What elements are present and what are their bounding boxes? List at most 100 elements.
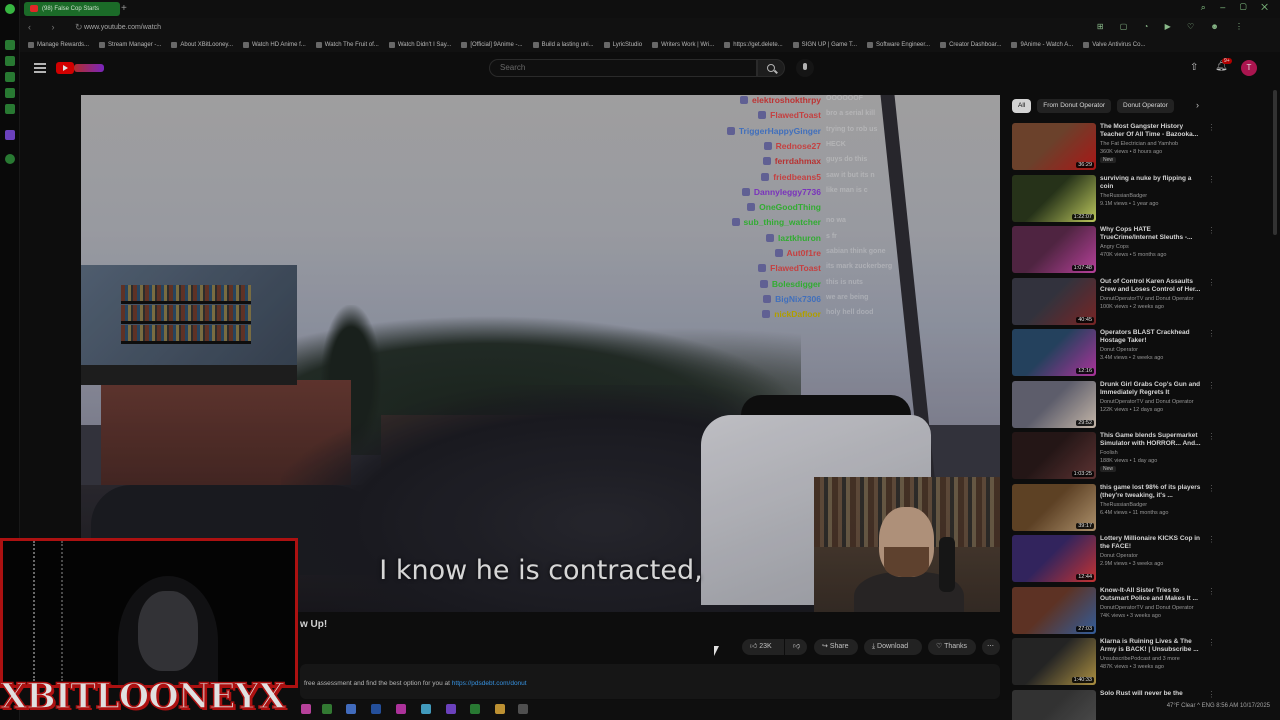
search-icon[interactable] (757, 59, 785, 77)
recommendation-item[interactable]: 12:16 Operators BLAST Crackhead Hostage T… (1012, 329, 1212, 379)
channel-name[interactable]: DonutOperatorTV and Donut Operator (1100, 296, 1210, 302)
more-options-icon[interactable]: ⋮ (1208, 329, 1212, 338)
taskbar-app-icon[interactable] (371, 704, 381, 714)
video-title[interactable]: This Game blends Supermarket Simulator w… (1100, 432, 1204, 448)
download-button[interactable]: ⤓ Download (864, 639, 922, 655)
sidebar-app-icon[interactable] (5, 104, 15, 114)
chevron-right-icon[interactable]: › (1196, 100, 1199, 110)
bookmark-item[interactable]: Software Engineer... (867, 38, 930, 52)
bookmark-item[interactable]: Watch HD Anime f... (242, 38, 306, 52)
recommendation-item[interactable]: 40:45 Out of Control Karen Assaults Crew … (1012, 277, 1212, 328)
video-title[interactable]: this game lost 98% of its players (they'… (1100, 484, 1204, 500)
search-input[interactable]: Search (489, 59, 757, 77)
video-thumbnail[interactable]: 40:45 (1012, 277, 1096, 325)
video-title[interactable]: Solo Rust will never be the (1100, 690, 1204, 698)
bookmark-item[interactable]: About XBitLooney... (171, 38, 233, 52)
bookmark-item[interactable]: Stream Manager -... (99, 38, 161, 52)
description-link[interactable]: https://pdsdebt.com/donut (452, 680, 527, 687)
sidebar-app-icon[interactable] (5, 88, 15, 98)
video-title[interactable]: Why Cops HATE TrueCrime/Internet Sleuths… (1100, 226, 1204, 242)
browser-logo-icon[interactable] (5, 4, 15, 14)
video-title[interactable]: Klarna is Ruining Lives & The Army is BA… (1100, 638, 1204, 654)
taskbar-app-icon[interactable] (421, 704, 431, 714)
filter-chip[interactable]: From Donut Operator (1037, 99, 1112, 113)
more-options-icon[interactable]: ⋮ (1208, 690, 1212, 699)
settings-icon[interactable] (5, 154, 15, 164)
taskbar-app-icon[interactable] (446, 704, 456, 714)
menu-icon[interactable] (34, 63, 46, 73)
more-actions-button[interactable]: ⋯ (982, 639, 1000, 655)
video-thumbnail[interactable]: 12:44 (1012, 535, 1096, 582)
url-field[interactable]: www.youtube.com/watch (84, 24, 161, 31)
avatar[interactable]: T (1241, 60, 1257, 76)
video-player[interactable]: elektroshokthrpy OOOOOOF FlawedToast bro a … (81, 95, 1000, 612)
share-button[interactable]: ↪ Share (814, 639, 858, 655)
youtube-logo-icon[interactable] (56, 62, 74, 74)
bookmark-item[interactable]: Valve Antivirus Co... (1083, 38, 1145, 52)
upload-icon[interactable]: ⇧ (1190, 62, 1198, 73)
video-thumbnail[interactable] (1012, 689, 1096, 720)
window-controls[interactable]: ⌕ – ▢ ✕ (1201, 2, 1274, 13)
channel-name[interactable]: Donut Operator (1100, 347, 1210, 353)
recommendation-item[interactable]: 1:07:48 Why Cops HATE TrueCrime/Internet … (1012, 226, 1212, 276)
sidebar-app-icon[interactable] (5, 72, 15, 82)
video-thumbnail[interactable]: 12:16 (1012, 329, 1096, 376)
more-options-icon[interactable]: ⋮ (1208, 381, 1212, 390)
taskbar-app-icon[interactable] (396, 704, 406, 714)
channel-name[interactable]: DonutOperatorTV and Donut Operator (1100, 605, 1210, 611)
like-button[interactable]: 👍︎ 23K (742, 639, 784, 655)
taskbar-app-icon[interactable] (301, 704, 311, 714)
recommendation-item[interactable]: 1:03:25 This Game blends Supermarket Simu… (1012, 432, 1212, 482)
more-options-icon[interactable]: ⋮ (1208, 535, 1212, 544)
taskbar-app-icon[interactable] (470, 704, 480, 714)
bookmark-item[interactable]: Build a lasting uni... (532, 38, 594, 52)
taskbar-app-icon[interactable] (322, 704, 332, 714)
video-title[interactable]: Out of Control Karen Assaults Crew and L… (1100, 278, 1204, 294)
navigation-buttons[interactable]: ‹ › ↻ (28, 22, 92, 33)
more-options-icon[interactable]: ⋮ (1208, 278, 1212, 287)
bookmark-item[interactable]: [Official] 9Anime -... (461, 38, 523, 52)
taskbar-app-icon[interactable] (495, 704, 505, 714)
video-thumbnail[interactable]: 1:40:33 (1012, 638, 1096, 685)
recommendation-item[interactable]: 12:44 Lottery Millionaire KICKS Cop in th… (1012, 535, 1212, 585)
bookmark-item[interactable]: Writers Work | Wri... (652, 38, 714, 52)
recommendation-item[interactable]: 1:40:33 Klarna is Ruining Lives & The Arm… (1012, 638, 1212, 688)
more-options-icon[interactable]: ⋮ (1208, 226, 1212, 235)
bookmark-item[interactable]: Watch The Fruit of... (315, 38, 379, 52)
sidebar-app-icon[interactable] (5, 40, 15, 50)
video-thumbnail[interactable]: 36:29 (1012, 123, 1096, 170)
recommendation-item[interactable]: Solo Rust will never be the ⋮ (1012, 689, 1212, 720)
sidebar-app-icon[interactable] (5, 130, 15, 140)
sidebar-app-icon[interactable] (5, 56, 15, 66)
microphone-icon[interactable] (796, 59, 814, 77)
bookmark-item[interactable]: Manage Rewards... (28, 38, 89, 52)
video-title[interactable]: The Most Gangster History Teacher Of All… (1100, 123, 1204, 139)
recommendation-item[interactable]: 29:52 Drunk Girl Grabs Cop's Gun and Imme… (1012, 380, 1212, 431)
address-bar-actions[interactable]: ⊞ ▢ ◔ ▶ ♡ ☻ ⋮ (1097, 22, 1250, 31)
channel-name[interactable]: UnsubscribePodcast and 3 more (1100, 656, 1210, 662)
dislike-button[interactable]: 👎︎ (785, 639, 807, 655)
video-title[interactable]: Know-It-All Sister Tries to Outsmart Pol… (1100, 587, 1204, 603)
bookmark-item[interactable]: Creator Dashboar... (940, 38, 1001, 52)
bookmark-item[interactable]: 9Anime - Watch A... (1011, 38, 1073, 52)
video-thumbnail[interactable]: 29:52 (1012, 380, 1096, 428)
bookmark-item[interactable]: LyricStudio (603, 38, 642, 52)
video-thumbnail[interactable]: 1:07:48 (1012, 226, 1096, 273)
channel-name[interactable]: Foolish (1100, 450, 1210, 456)
channel-name[interactable]: The Fat Electrician and Yamhob (1100, 141, 1210, 147)
bookmark-item[interactable]: Watch Didn't I Say... (388, 38, 451, 52)
video-thumbnail[interactable]: 1:22:07 (1012, 174, 1096, 222)
more-options-icon[interactable]: ⋮ (1208, 638, 1212, 647)
bookmark-item[interactable]: https://get.delete... (724, 38, 783, 52)
taskbar-app-icon[interactable] (518, 704, 528, 714)
bookmark-item[interactable]: SIGN UP | Game T... (792, 38, 857, 52)
more-options-icon[interactable]: ⋮ (1208, 587, 1212, 596)
browser-tab[interactable]: (98) False Cop Starts (24, 2, 120, 16)
recommendation-item[interactable]: 1:22:07 surviving a nuke by flipping a co… (1012, 174, 1212, 225)
filter-chip[interactable]: All (1012, 99, 1032, 113)
channel-name[interactable]: Angry Cops (1100, 244, 1210, 250)
video-thumbnail[interactable]: 1:03:25 (1012, 432, 1096, 479)
video-thumbnail[interactable]: 39:17 (1012, 483, 1096, 531)
new-tab-button[interactable]: + (121, 2, 129, 16)
video-title[interactable]: surviving a nuke by flipping a coin (1100, 175, 1204, 191)
